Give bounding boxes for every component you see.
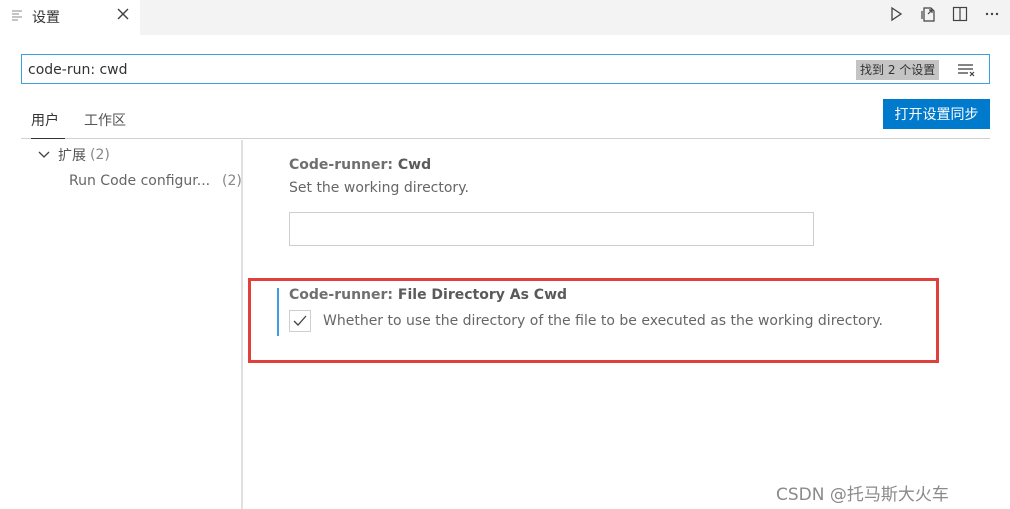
toc-item-run-code[interactable]: Run Code configur...: [69, 173, 210, 189]
settings-search: 找到 2 个设置: [21, 54, 990, 84]
tab-user[interactable]: 用户: [31, 106, 65, 139]
tab-workspace[interactable]: 工作区: [84, 106, 126, 139]
more-actions-icon[interactable]: [982, 4, 1002, 24]
tab-title: 设置: [32, 10, 60, 26]
highlight-annotation: [248, 278, 939, 363]
toc-extensions-label: 扩展: [58, 148, 86, 164]
setting-name: Cwd: [397, 157, 432, 173]
toc-run-code-count: (2): [222, 173, 242, 189]
results-count-badge: 找到 2 个设置: [856, 60, 940, 80]
setting-cwd: Code-runner: Cwd Set the working directo…: [289, 157, 909, 246]
toc-extensions-count: (2): [90, 147, 110, 163]
split-editor-icon[interactable]: [950, 4, 970, 24]
cwd-input[interactable]: [289, 212, 814, 246]
settings-toc: 扩展 (2) Run Code configur... (2): [0, 140, 242, 509]
editor-actions: [886, 4, 1002, 24]
search-input[interactable]: [28, 60, 828, 80]
settings-sync-button[interactable]: 打开设置同步: [883, 99, 990, 129]
watermark: CSDN @托马斯大火车: [776, 485, 949, 505]
toc-item-extensions[interactable]: 扩展 (2): [36, 145, 110, 165]
chevron-down-icon: [38, 151, 50, 158]
close-icon[interactable]: [115, 6, 131, 22]
open-json-icon[interactable]: [918, 4, 938, 24]
tab-settings[interactable]: 设置: [0, 0, 140, 35]
setting-title: Code-runner: Cwd: [289, 157, 909, 173]
scope-tabs: 用户 工作区: [21, 106, 990, 139]
setting-description: Set the working directory.: [289, 180, 469, 196]
settings-file-icon: [12, 10, 22, 21]
settings-editor: 设置 code-run: cwd 找到 2 个设置 用户 工作区 打开设置同步 …: [0, 0, 1010, 509]
run-icon[interactable]: [886, 4, 906, 24]
setting-category: Code-runner:: [289, 157, 398, 173]
sash-divider[interactable]: [241, 140, 243, 509]
tab-bar: 设置: [0, 0, 1010, 35]
filter-settings-icon[interactable]: [956, 61, 976, 79]
